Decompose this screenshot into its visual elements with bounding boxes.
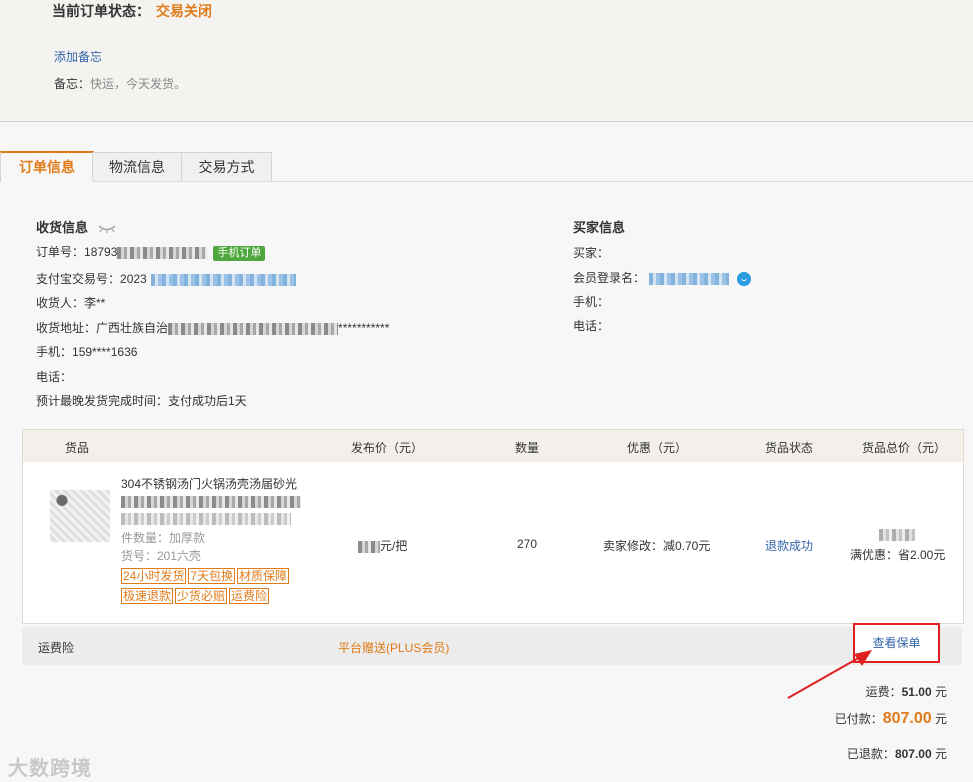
masked-address [168, 322, 339, 335]
header-qty: 数量 [515, 441, 540, 455]
address-row: 收货地址：广西壮族自治 *********** [36, 319, 389, 336]
hidden-eye-icon[interactable] [98, 225, 116, 233]
paid-total: 已付款：807.00 元 [835, 710, 947, 728]
shipping-unit: 元 [934, 685, 947, 699]
tab-logistics[interactable]: 物流信息 [92, 152, 182, 181]
address-value: 广西壮族自治 [96, 321, 169, 335]
order-number-label: 订单号： [36, 245, 85, 259]
order-status-label: 当前订单状态： [52, 3, 150, 19]
order-status-value: 交易关闭 [156, 3, 212, 19]
freight-insurance-gift: 平台赠送(PLUS会员) [338, 641, 450, 655]
product-discount: 卖家修改：减0.70元 [603, 539, 711, 553]
refund-unit: 元 [934, 747, 947, 761]
buyer-row: 买家： [573, 244, 609, 261]
alipay-value: 2023 [120, 272, 147, 286]
tab-trade-method[interactable]: 交易方式 [181, 152, 272, 181]
receiver-phone: 159****1636 [72, 345, 138, 359]
shipping-total: 运费：51.00 元 [866, 683, 947, 700]
member-label: 会员登录名： [573, 271, 646, 285]
price-unit: 元/把 [380, 539, 408, 553]
badge-material: 材质保障 [237, 568, 290, 584]
ship-time-value: 支付成功后1天 [168, 394, 247, 408]
order-number-value: 18793 [84, 245, 118, 259]
paid-label: 已付款： [834, 712, 883, 726]
badge-7day-exchange: 7天包换 [188, 568, 236, 584]
goods-table-header: 货品 发布价（元） 数量 优惠（元） 货品状态 货品总价（元） [23, 430, 963, 462]
masked-price [358, 540, 380, 553]
receiver-section-title: 收货信息 [36, 217, 116, 236]
mobile-order-tag: 手机订单 [213, 246, 266, 261]
product-status[interactable]: 退款成功 [765, 537, 813, 554]
header-status: 货品状态 [765, 441, 814, 455]
header-price: 发布价（元） [351, 441, 424, 455]
tab-order-info[interactable]: 订单信息 [0, 151, 94, 182]
receiver-title: 收货信息 [36, 220, 89, 235]
buyer-label: 买家： [573, 246, 610, 260]
remark: 备忘：快运，今天发货。 [54, 75, 186, 92]
ship-time-row: 预计最晚发货完成时间：支付成功后1天 [36, 392, 247, 409]
badge-freight-insurance: 运费险 [229, 588, 270, 604]
masked-order-number [117, 246, 208, 259]
chat-icon[interactable] [737, 271, 752, 286]
masked-member-name [649, 272, 730, 285]
alipay-label: 支付宝交易号： [36, 272, 121, 286]
order-status-panel: 当前订单状态： 交易关闭 添加备忘 备忘：快运，今天发货。 [0, 0, 973, 122]
shipping-label: 运费： [865, 685, 902, 699]
refund-total: 已退款：807.00 元 [847, 745, 947, 762]
alipay-row: 支付宝交易号：2023 [36, 270, 296, 287]
remark-label: 备忘： [54, 77, 91, 91]
ship-time-label: 预计最晚发货完成时间： [36, 394, 169, 408]
product-thumbnail[interactable] [50, 490, 110, 542]
refund-value: 807.00 [894, 747, 932, 761]
shipping-value: 51.00 [901, 685, 932, 699]
buyer-tel-label: 电话： [573, 319, 610, 333]
order-number-row: 订单号：18793 手机订单 [36, 243, 266, 261]
receiver-phone-row: 手机：159****1636 [36, 343, 137, 360]
watermark-logo: 大数跨境 [8, 752, 92, 781]
buyer-phone-row: 手机： [573, 293, 609, 310]
paid-unit: 元 [934, 712, 947, 726]
header-total: 货品总价（元） [862, 441, 947, 455]
tab-bar: 订单信息 物流信息 交易方式 [0, 151, 973, 182]
receiver-tel-label: 电话： [36, 370, 73, 384]
freight-insurance-label: 运费险 [38, 641, 75, 655]
watermark-text: 大数跨境 [8, 758, 92, 780]
receiver-name-label: 收货人： [36, 296, 85, 310]
masked-alipay-number [150, 273, 296, 286]
member-row: 会员登录名： [573, 269, 752, 286]
address-suffix: *********** [338, 321, 390, 335]
receiver-name-row: 收货人：李** [36, 294, 105, 311]
product-price: 元/把 [358, 537, 407, 554]
service-badges: 24小时发货 7天包换 材质保障极速退款 少货必赔 运费险 [121, 568, 311, 608]
buyer-tel-row: 电话： [573, 317, 609, 334]
badge-shortage-comp: 少货必赔 [175, 588, 228, 604]
badge-24h-ship: 24小时发货 [121, 568, 187, 584]
remark-value: 快运，今天发货。 [90, 77, 187, 91]
masked-total [879, 528, 915, 541]
buyer-phone-label: 手机： [573, 295, 610, 309]
product-name-line: 304不锈钢汤门火锅汤壳汤届砂光 [121, 477, 298, 491]
header-item: 货品 [65, 441, 90, 455]
product-sku: 货号：201六壳 [121, 549, 202, 563]
product-qty: 270 [517, 537, 538, 551]
receiver-phone-label: 手机： [36, 345, 73, 359]
address-label: 收货地址： [36, 321, 97, 335]
full-discount: 满优惠：省2.00元 [850, 548, 946, 562]
add-remark-link[interactable]: 添加备忘 [54, 48, 102, 65]
receiver-tel-row: 电话： [36, 368, 72, 385]
badge-fast-refund: 极速退款 [121, 588, 174, 604]
product-total [879, 527, 915, 541]
paid-value: 807.00 [882, 710, 932, 727]
product-count: 件数量：加厚款 [121, 531, 206, 545]
goods-table: 货品 发布价（元） 数量 优惠（元） 货品状态 货品总价（元） 304不锈钢汤门… [22, 429, 964, 624]
masked-product-spec [121, 512, 291, 525]
refund-label: 已退款： [846, 747, 895, 761]
receiver-name: 李** [84, 296, 106, 310]
product-name[interactable]: 304不锈钢汤门火锅汤壳汤届砂光 [121, 476, 311, 527]
order-status: 当前订单状态： 交易关闭 [52, 1, 212, 21]
header-discount: 优惠（元） [627, 441, 688, 455]
masked-product-line [121, 495, 301, 508]
buyer-section-title: 买家信息 [573, 220, 626, 235]
